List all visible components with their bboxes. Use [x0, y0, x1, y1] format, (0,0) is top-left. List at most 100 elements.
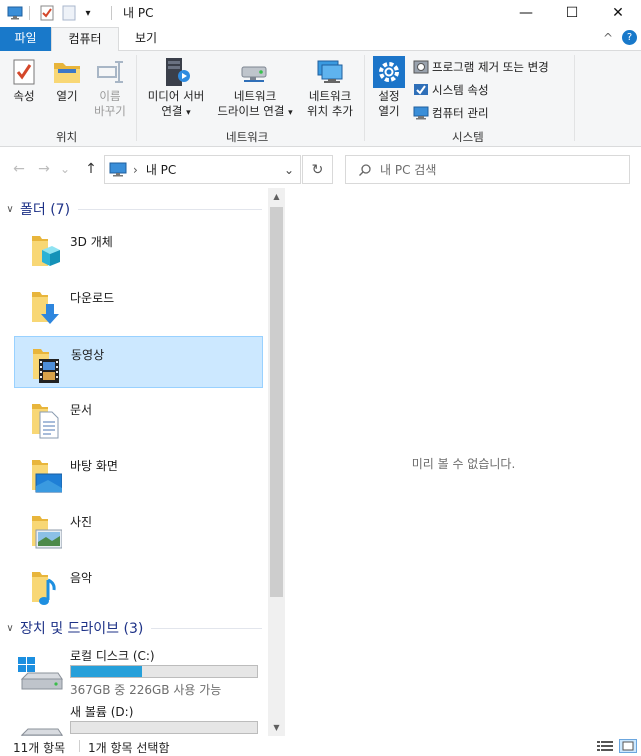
title-bar: ▾ 내 PC — ☐ ✕ — [0, 0, 641, 26]
folder-name: 음악 — [70, 571, 93, 585]
drive-item[interactable]: 로컬 디스크 (C:) 367GB 중 226GB 사용 가능 — [14, 645, 263, 703]
map-network-drive-button[interactable]: 네트워크 드라이브 연결 ▾ — [212, 55, 298, 121]
drive-usage-fill — [71, 666, 142, 677]
qat-separator — [28, 4, 30, 22]
recent-locations-button[interactable]: ⌄ — [57, 158, 73, 180]
drive-item[interactable]: 새 볼륨 (D:) — [14, 701, 263, 736]
rename-label-line2: 바꾸기 — [94, 104, 126, 118]
window-title: 내 PC — [123, 6, 154, 20]
folder-name: 다운로드 — [70, 291, 115, 305]
address-bar[interactable]: › 내 PC ⌄ — [104, 155, 301, 184]
up-button[interactable]: ↑ — [80, 158, 102, 180]
add-location-label-line2: 위치 추가 — [307, 104, 353, 118]
folder-item[interactable]: 3D 개체 — [14, 224, 263, 276]
forward-button[interactable]: → — [33, 158, 55, 180]
tab-view[interactable]: 보기 — [119, 27, 173, 51]
computer-management-button[interactable]: 컴퓨터 관리 — [413, 103, 489, 123]
open-settings-button[interactable]: 설정 열기 — [370, 55, 408, 119]
videos-folder-icon — [23, 345, 63, 385]
folder-item[interactable]: 바탕 화면 — [14, 448, 263, 500]
minimize-button[interactable]: — — [503, 0, 549, 26]
ribbon: 속성 열기 이름 바꾸기 위치 미디어 서버 연결 ▾ 네트워크 드라이브 연결… — [0, 51, 641, 147]
folders-group-title: 폴더 (7) — [20, 202, 71, 218]
music-folder-icon — [22, 568, 62, 608]
devices-group-header[interactable]: ∨ 장치 및 드라이브 (3) — [0, 617, 268, 639]
preview-message: 미리 볼 수 없습니다. — [411, 457, 516, 471]
folder-name: 동영상 — [71, 348, 105, 362]
tab-computer[interactable]: 컴퓨터 — [51, 27, 119, 52]
uninstall-icon — [413, 59, 429, 75]
uninstall-label: 프로그램 제거 또는 변경 — [432, 60, 549, 74]
folder-item[interactable]: 사진 — [14, 504, 263, 556]
properties-icon[interactable] — [38, 4, 56, 22]
system-properties-button[interactable]: 시스템 속성 — [413, 80, 489, 100]
settings-label-line1: 설정 — [378, 89, 400, 103]
folder-item-selected[interactable]: 동영상 — [14, 336, 263, 388]
folders-group-header[interactable]: ∨ 폴더 (7) — [0, 198, 268, 220]
navigation-bar: ← → ⌄ ↑ › 내 PC ⌄ ↻ 내 PC 검색 — [0, 152, 641, 186]
maximize-button[interactable]: ☐ — [549, 0, 595, 26]
vertical-scrollbar[interactable]: ▲ ▼ — [268, 188, 285, 736]
computer-icon — [109, 162, 127, 178]
properties-icon — [8, 55, 40, 89]
breadcrumb-this-pc[interactable]: 내 PC — [146, 161, 176, 178]
system-properties-icon — [413, 82, 429, 98]
large-icons-view-icon[interactable] — [619, 739, 637, 753]
folder-item[interactable]: 문서 — [14, 392, 263, 444]
3d-objects-folder-icon — [22, 232, 62, 272]
settings-gear-icon — [373, 55, 405, 89]
items-view: ∨ 폴더 (7) 3D 개체 다운로드 동영상 문서 바탕 화면 사진 음악 ∨… — [0, 188, 268, 736]
network-group-label: 네트워크 — [226, 130, 269, 144]
open-label: 열기 — [56, 89, 78, 103]
properties-button[interactable]: 속성 — [4, 55, 44, 104]
collapse-chevron-icon: ∨ — [6, 622, 14, 634]
computer-icon[interactable] — [5, 4, 25, 22]
system-group-label: 시스템 — [452, 130, 484, 144]
search-box[interactable]: 내 PC 검색 — [345, 155, 630, 184]
details-view-icon[interactable] — [597, 740, 613, 755]
scrollbar-thumb[interactable] — [270, 207, 283, 597]
devices-group-title: 장치 및 드라이브 (3) — [20, 621, 144, 637]
address-dropdown-icon[interactable]: ⌄ — [284, 163, 294, 177]
map-drive-label-line1: 네트워크 — [233, 89, 277, 103]
media-server-label-line2: 연결 ▾ — [161, 104, 191, 118]
customize-toolbar-dropdown-icon[interactable]: ▾ — [80, 4, 96, 22]
network-location-icon — [314, 55, 346, 89]
folder-name: 3D 개체 — [70, 235, 113, 249]
desktop-folder-icon — [22, 456, 63, 496]
group-separator — [574, 55, 575, 141]
preview-pane: 미리 볼 수 없습니다. — [286, 188, 641, 736]
map-drive-label-line2: 드라이브 연결 ▾ — [217, 104, 293, 118]
group-separator — [136, 55, 137, 141]
title-separator — [110, 4, 112, 22]
search-placeholder: 내 PC 검색 — [380, 163, 437, 177]
refresh-button[interactable]: ↻ — [302, 155, 333, 184]
new-folder-icon[interactable] — [60, 4, 78, 22]
search-icon — [358, 163, 372, 177]
help-icon[interactable]: ? — [622, 30, 637, 45]
computer-management-label: 컴퓨터 관리 — [432, 106, 489, 120]
folder-name: 문서 — [70, 403, 93, 417]
collapse-ribbon-icon[interactable]: ^ — [603, 31, 613, 45]
status-separator — [79, 740, 80, 752]
folder-item[interactable]: 음악 — [14, 560, 263, 612]
ribbon-tab-bar: 파일 컴퓨터 보기 ^ ? — [0, 27, 641, 52]
media-server-button[interactable]: 미디어 서버 연결 ▾ — [142, 55, 210, 121]
local-disk-windows-icon — [18, 657, 64, 691]
tab-file[interactable]: 파일 — [0, 27, 51, 51]
group-divider — [78, 208, 262, 210]
add-network-location-button[interactable]: 네트워크 위치 추가 — [302, 55, 358, 119]
group-divider — [151, 627, 262, 629]
drive-usage-bar — [70, 721, 258, 734]
breadcrumb-separator: › — [133, 162, 138, 177]
scroll-down-arrow-icon[interactable]: ▼ — [268, 719, 285, 736]
back-button[interactable]: ← — [8, 158, 30, 180]
rename-button[interactable]: 이름 바꾸기 — [89, 55, 131, 119]
folder-item[interactable]: 다운로드 — [14, 280, 263, 332]
open-button[interactable]: 열기 — [48, 55, 86, 104]
close-button[interactable]: ✕ — [595, 0, 641, 26]
scroll-up-arrow-icon[interactable]: ▲ — [268, 188, 285, 205]
content-area: ∨ 폴더 (7) 3D 개체 다운로드 동영상 문서 바탕 화면 사진 음악 ∨… — [0, 188, 641, 736]
uninstall-program-button[interactable]: 프로그램 제거 또는 변경 — [413, 57, 549, 77]
drive-free-space: 367GB 중 226GB 사용 가능 — [70, 683, 222, 697]
